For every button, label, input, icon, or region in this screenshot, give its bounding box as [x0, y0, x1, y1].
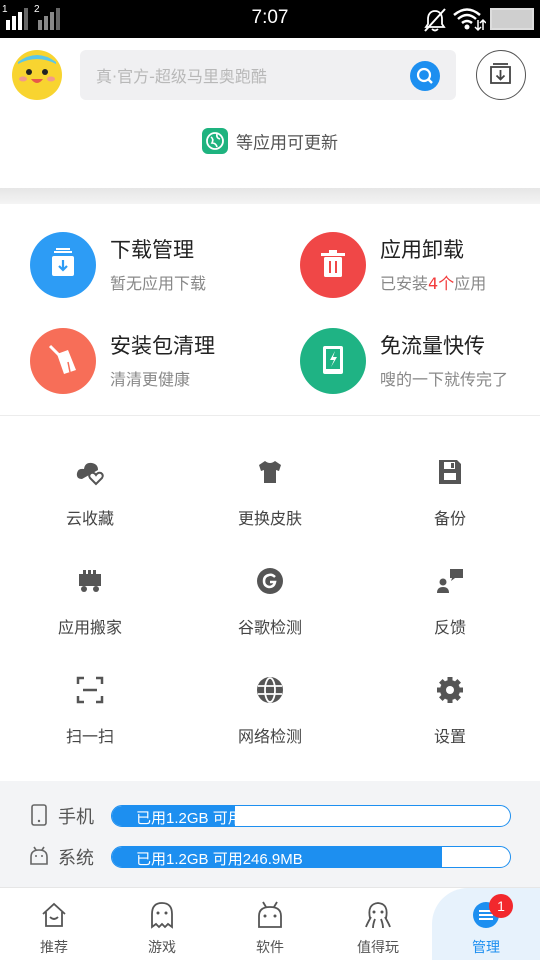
scan-icon [76, 676, 104, 704]
download-box-icon [490, 63, 511, 84]
tool-google-check[interactable]: 谷歌检测 [180, 526, 360, 637]
truck-icon [79, 570, 101, 592]
bottom-tab-bar: 推荐 游戏 软件 值得玩 1 管理 [0, 887, 540, 960]
feature-subtitle: 暂无应用下载 [110, 274, 207, 293]
storage-row-phone: 手机 已用1.2GB 可用2.7GB [28, 802, 528, 828]
feature-subtitle: 嗖的一下就传完了 [380, 370, 509, 389]
wifi-icon [453, 8, 486, 32]
section-divider [0, 188, 540, 204]
installed-suffix: 应用 [454, 274, 487, 293]
gear-icon [437, 677, 463, 703]
android-icon [258, 901, 282, 928]
tab-label: 推荐 [40, 940, 68, 956]
tab-label: 值得玩 [357, 940, 399, 956]
storage-label: 手机 [58, 807, 94, 828]
storage-label: 系统 [58, 848, 94, 869]
cloud-heart-icon [76, 462, 104, 486]
feature-title: 免流量快传 [380, 334, 485, 358]
globe-icon [257, 677, 283, 703]
tool-backup[interactable]: 备份 [360, 417, 540, 528]
update-notice-label: 等应用可更新 [236, 133, 338, 154]
feature-app-uninstall[interactable]: 应用卸载 已安装4个应用 [300, 232, 540, 312]
tab-worth-playing[interactable]: 值得玩 [324, 888, 432, 960]
tool-settings[interactable]: 设置 [360, 635, 540, 746]
tool-feedback[interactable]: 反馈 [360, 526, 540, 637]
storage-panel: 手机 已用1.2GB 可用2.7GB 系统 已用1.2GB 可用246.9MB [0, 781, 540, 887]
battery-icon [490, 8, 534, 30]
status-bar: 1 2 7:07 [0, 0, 540, 38]
tab-recommend[interactable]: 推荐 [0, 888, 108, 960]
search-input[interactable]: 真·官方-超级马里奥跑酷 [96, 63, 267, 87]
installed-count: 4个 [428, 274, 455, 293]
tool-label: 设置 [433, 727, 466, 746]
avatar-face-icon [18, 55, 56, 83]
tab-label: 软件 [256, 940, 284, 956]
tab-software[interactable]: 软件 [216, 888, 324, 960]
feature-title: 应用卸载 [380, 238, 464, 262]
notification-badge: 1 [489, 894, 513, 918]
octopus-icon [365, 902, 391, 929]
tshirt-icon [259, 461, 281, 483]
feature-grid: 下载管理 暂无应用下载 应用卸载 已安装4个应用 安装包清理 清清更健康 免流量… [0, 204, 540, 416]
android-icon [30, 846, 48, 865]
tool-app-move[interactable]: 应用搬家 [0, 526, 180, 637]
tool-label: 网络检测 [237, 727, 302, 746]
google-icon [257, 568, 283, 594]
tab-label: 管理 [472, 940, 500, 956]
ghost-icon [151, 902, 173, 929]
download-icon [30, 232, 96, 298]
avatar[interactable] [12, 50, 62, 100]
save-icon [439, 460, 461, 484]
storage-bar: 已用1.2GB 可用246.9MB [111, 846, 511, 868]
app-store-globe-icon [202, 128, 228, 154]
phone-icon [31, 804, 47, 826]
tool-network-check[interactable]: 网络检测 [180, 635, 360, 746]
tools-grid: 云收藏 更换皮肤 备份 应用搬家 谷歌检测 反馈 扫一扫 网络检测 设置 [0, 417, 540, 781]
broom-icon [30, 328, 96, 394]
tool-label: 扫一扫 [65, 727, 114, 746]
mute-bell-icon [424, 8, 446, 32]
feature-title: 安装包清理 [110, 334, 215, 358]
feature-title: 下载管理 [110, 238, 194, 262]
tab-manage[interactable]: 1 管理 [432, 888, 540, 960]
storage-text: 已用1.2GB 可用246.9MB [136, 851, 303, 868]
storage-text: 已用1.2GB 可用2.7GB [136, 810, 286, 827]
transfer-icon [300, 328, 366, 394]
tool-scan[interactable]: 扫一扫 [0, 635, 180, 746]
storage-row-system: 系统 已用1.2GB 可用246.9MB [28, 843, 528, 869]
search-button[interactable] [410, 61, 440, 91]
tab-games[interactable]: 游戏 [108, 888, 216, 960]
tool-cloud-favorites[interactable]: 云收藏 [0, 417, 180, 528]
feature-download-manager[interactable]: 下载管理 暂无应用下载 [30, 232, 290, 312]
update-notice[interactable]: 等应用可更新 [0, 128, 540, 154]
storage-bar: 已用1.2GB 可用2.7GB [111, 805, 511, 827]
header: 真·官方-超级马里奥跑酷 等应用可更新 [0, 38, 540, 188]
download-manager-button[interactable] [476, 50, 526, 100]
home-icon [42, 902, 66, 927]
tool-change-skin[interactable]: 更换皮肤 [180, 417, 360, 528]
feature-subtitle: 已安装4个应用 [380, 270, 486, 294]
trash-icon [300, 232, 366, 298]
installed-prefix: 已安装 [380, 274, 429, 293]
feature-package-cleanup[interactable]: 安装包清理 清清更健康 [30, 328, 290, 408]
feature-zero-data-transfer[interactable]: 免流量快传 嗖的一下就传完了 [300, 328, 540, 408]
feature-subtitle: 清清更健康 [110, 370, 191, 389]
feedback-icon [437, 569, 463, 593]
search-bar[interactable]: 真·官方-超级马里奥跑酷 [80, 50, 456, 100]
search-icon [416, 67, 433, 84]
tab-label: 游戏 [148, 940, 176, 956]
